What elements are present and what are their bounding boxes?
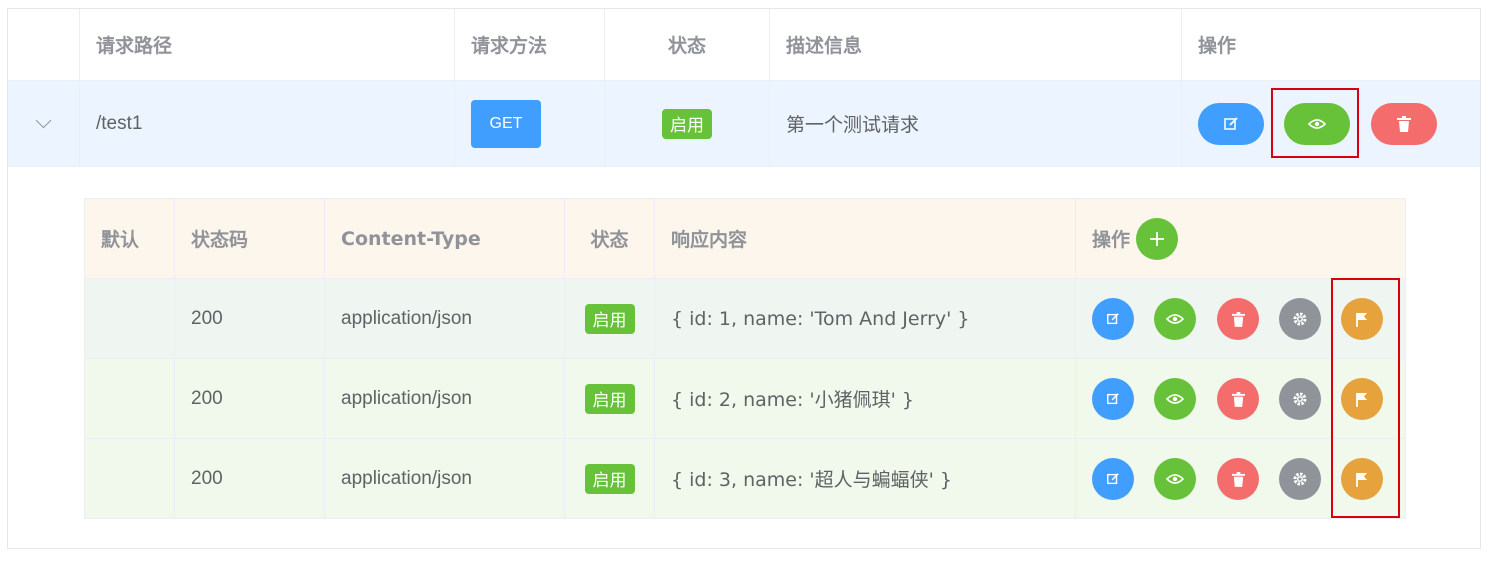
eye-icon (1166, 474, 1184, 484)
request-table: 请求路径 请求方法 状态 描述信息 操作 /test1 GET 启用 第一个测试… (7, 8, 1481, 549)
edit-response-button[interactable] (1092, 298, 1134, 340)
settings-response-button[interactable] (1279, 458, 1321, 500)
gear-icon (1293, 392, 1307, 406)
response-body: { id: 1, name: 'Tom And Jerry' } (655, 279, 1076, 358)
view-response-button[interactable] (1154, 298, 1196, 340)
highlight-flag-column (1331, 278, 1400, 518)
status-badge: 启用 (584, 463, 635, 494)
view-response-button[interactable] (1154, 378, 1196, 420)
request-table-header: 请求路径 请求方法 状态 描述信息 操作 (8, 9, 1480, 81)
response-actions-label: 操作 (1092, 229, 1131, 251)
edit-icon (1224, 117, 1238, 130)
add-response-button[interactable] (1136, 217, 1179, 260)
default-cell (85, 279, 175, 358)
edit-response-button[interactable] (1092, 378, 1134, 420)
eye-icon (1166, 314, 1184, 324)
trash-icon (1397, 116, 1411, 132)
edit-response-button[interactable] (1092, 458, 1134, 500)
edit-request-button[interactable] (1198, 103, 1264, 145)
response-row: 200 application/json 启用 { id: 2, name: '… (85, 359, 1405, 439)
header-content-type: Content-Type (325, 199, 565, 278)
delete-request-button[interactable] (1371, 103, 1437, 145)
edit-icon (1107, 473, 1119, 485)
header-description: 描述信息 (770, 9, 1182, 80)
delete-response-button[interactable] (1217, 298, 1259, 340)
content-type: application/json (325, 279, 565, 358)
view-response-button[interactable] (1154, 458, 1196, 500)
header-response-actions: 操作 (1076, 199, 1405, 278)
header-method: 请求方法 (455, 9, 605, 80)
expand-toggle[interactable] (8, 81, 80, 166)
delete-response-button[interactable] (1217, 458, 1259, 500)
status-badge: 启用 (584, 303, 635, 334)
content-type: application/json (325, 439, 565, 518)
plus-icon (1150, 231, 1165, 246)
expand-column-header (8, 9, 80, 80)
header-response-body: 响应内容 (655, 199, 1076, 278)
header-default: 默认 (85, 199, 175, 278)
header-status: 状态 (605, 9, 770, 80)
status-badge: 启用 (662, 108, 712, 139)
response-body: { id: 3, name: '超人与蝙蝠侠' } (655, 439, 1076, 518)
chevron-down-icon (35, 112, 52, 129)
status-code: 200 (175, 279, 325, 358)
header-actions: 操作 (1198, 35, 1237, 57)
status-code: 200 (175, 439, 325, 518)
settings-response-button[interactable] (1279, 378, 1321, 420)
default-cell (85, 439, 175, 518)
request-path: /test1 (80, 81, 455, 166)
response-row: 200 application/json 启用 { id: 1, name: '… (85, 279, 1405, 359)
response-body: { id: 2, name: '小猪佩琪' } (655, 359, 1076, 438)
method-badge[interactable]: GET (471, 99, 541, 148)
request-row: /test1 GET 启用 第一个测试请求 (8, 81, 1480, 167)
edit-icon (1107, 393, 1119, 405)
status-badge: 启用 (584, 383, 635, 414)
highlight-view-button (1271, 88, 1359, 158)
status-code: 200 (175, 359, 325, 438)
response-table-header: 默认 状态码 Content-Type 状态 响应内容 操作 (85, 199, 1405, 279)
trash-icon (1231, 471, 1245, 487)
trash-icon (1231, 311, 1245, 327)
eye-icon (1166, 394, 1184, 404)
response-table: 默认 状态码 Content-Type 状态 响应内容 操作 200 appli… (84, 198, 1406, 519)
edit-icon (1107, 313, 1119, 325)
header-status-code: 状态码 (175, 199, 325, 278)
header-path: 请求路径 (80, 9, 455, 80)
gear-icon (1293, 472, 1307, 486)
response-row: 200 application/json 启用 { id: 3, name: '… (85, 439, 1405, 518)
trash-icon (1231, 391, 1245, 407)
content-type: application/json (325, 359, 565, 438)
request-description: 第一个测试请求 (770, 81, 1182, 166)
default-cell (85, 359, 175, 438)
gear-icon (1293, 312, 1307, 326)
header-response-status: 状态 (565, 199, 655, 278)
settings-response-button[interactable] (1279, 298, 1321, 340)
delete-response-button[interactable] (1217, 378, 1259, 420)
